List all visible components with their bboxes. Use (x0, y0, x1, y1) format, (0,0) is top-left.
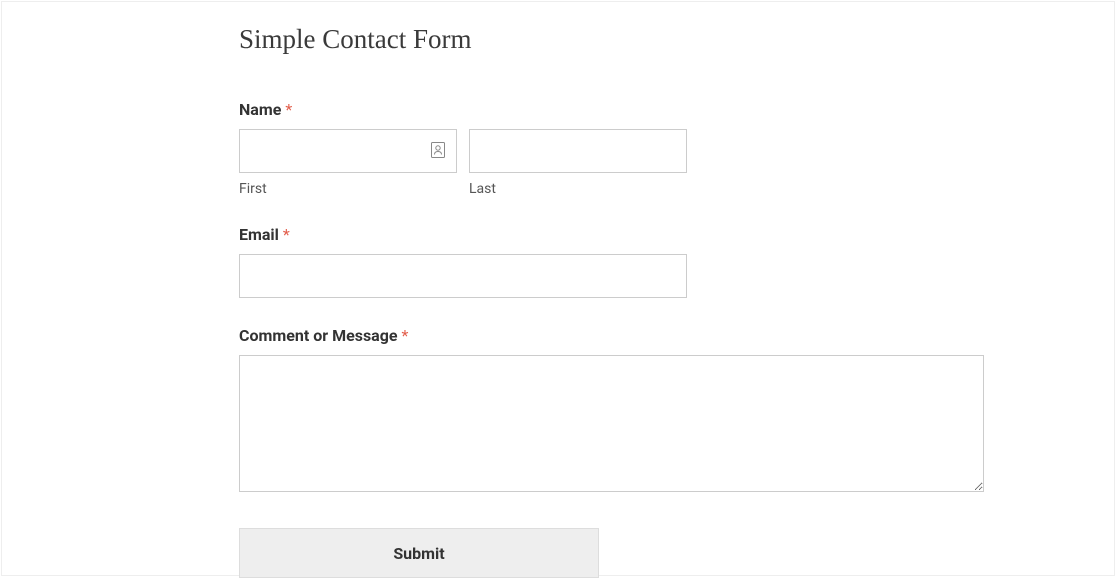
message-label: Comment or Message * (239, 326, 982, 345)
first-name-col: First (239, 129, 457, 197)
email-input[interactable] (239, 254, 687, 298)
name-required-mark: * (285, 100, 292, 119)
name-field-group: Name * First Las (239, 100, 982, 197)
message-required-mark: * (402, 326, 409, 345)
email-field-group: Email * (239, 225, 982, 298)
form-container: Simple Contact Form Name * First (1, 1, 1115, 576)
message-field-group: Comment or Message * (239, 326, 982, 496)
email-required-mark: * (283, 225, 290, 244)
last-name-input[interactable] (469, 129, 687, 173)
last-name-sublabel: Last (469, 181, 687, 197)
first-name-input[interactable] (239, 129, 457, 173)
submit-button[interactable]: Submit (239, 528, 599, 578)
first-name-input-wrap (239, 129, 457, 173)
last-name-col: Last (469, 129, 687, 197)
first-name-sublabel: First (239, 181, 457, 197)
email-label-text: Email (239, 225, 279, 244)
message-input[interactable] (239, 355, 984, 492)
message-label-text: Comment or Message (239, 326, 398, 345)
form-title: Simple Contact Form (239, 24, 982, 55)
name-label-text: Name (239, 100, 281, 119)
name-label: Name * (239, 100, 982, 119)
email-label: Email * (239, 225, 982, 244)
contact-card-icon (431, 142, 447, 160)
name-row: First Last (239, 129, 982, 197)
